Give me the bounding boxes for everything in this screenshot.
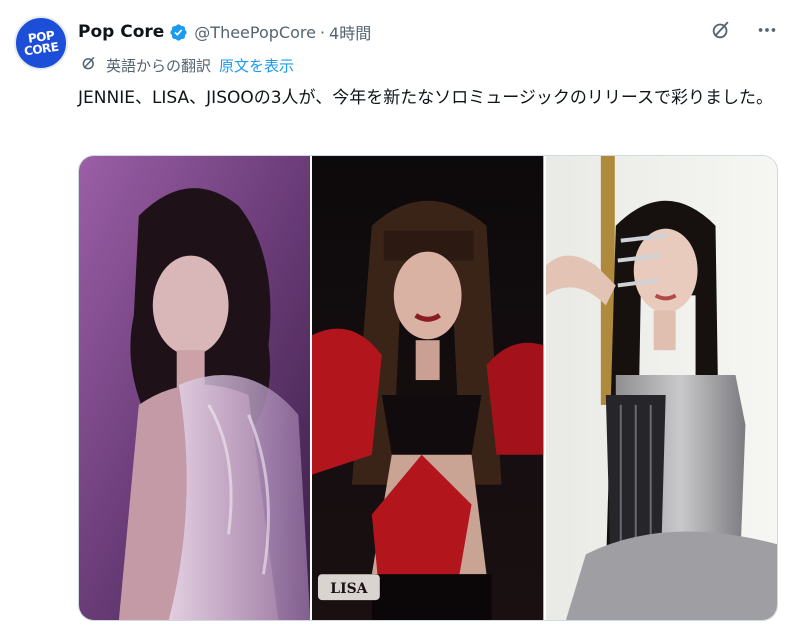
- avatar-logo-line2: CORE: [22, 39, 60, 59]
- lisa-belt-text: LISA: [331, 581, 368, 597]
- tweet-actions-top: [709, 18, 779, 42]
- grok-icon[interactable]: [709, 18, 733, 42]
- translation-notice: 英語からの翻訳 原文を表示: [80, 54, 294, 76]
- header-separator: ·: [319, 22, 326, 42]
- show-original-link[interactable]: 原文を表示: [219, 55, 294, 76]
- verified-badge-icon[interactable]: [169, 23, 188, 42]
- photo-lisa[interactable]: LISA: [310, 156, 544, 620]
- photo-jennie[interactable]: [79, 156, 311, 620]
- timestamp[interactable]: 4時間: [329, 20, 371, 44]
- photo-jisoo[interactable]: [543, 156, 777, 620]
- translate-icon: [80, 54, 98, 76]
- avatar[interactable]: POP CORE: [14, 16, 68, 70]
- more-icon[interactable]: [755, 18, 779, 42]
- account-handle[interactable]: @TheePopCore: [194, 23, 316, 42]
- tweet-text: JENNIE、LISA、JISOOの3人が、今年を新たなソロミュージックのリリー…: [78, 88, 774, 108]
- translation-label: 英語からの翻訳: [106, 56, 212, 75]
- display-name[interactable]: Pop Core: [78, 22, 164, 42]
- media-grid: LISA: [78, 155, 778, 621]
- tweet-header: Pop Core @TheePopCore · 4時間: [78, 20, 371, 44]
